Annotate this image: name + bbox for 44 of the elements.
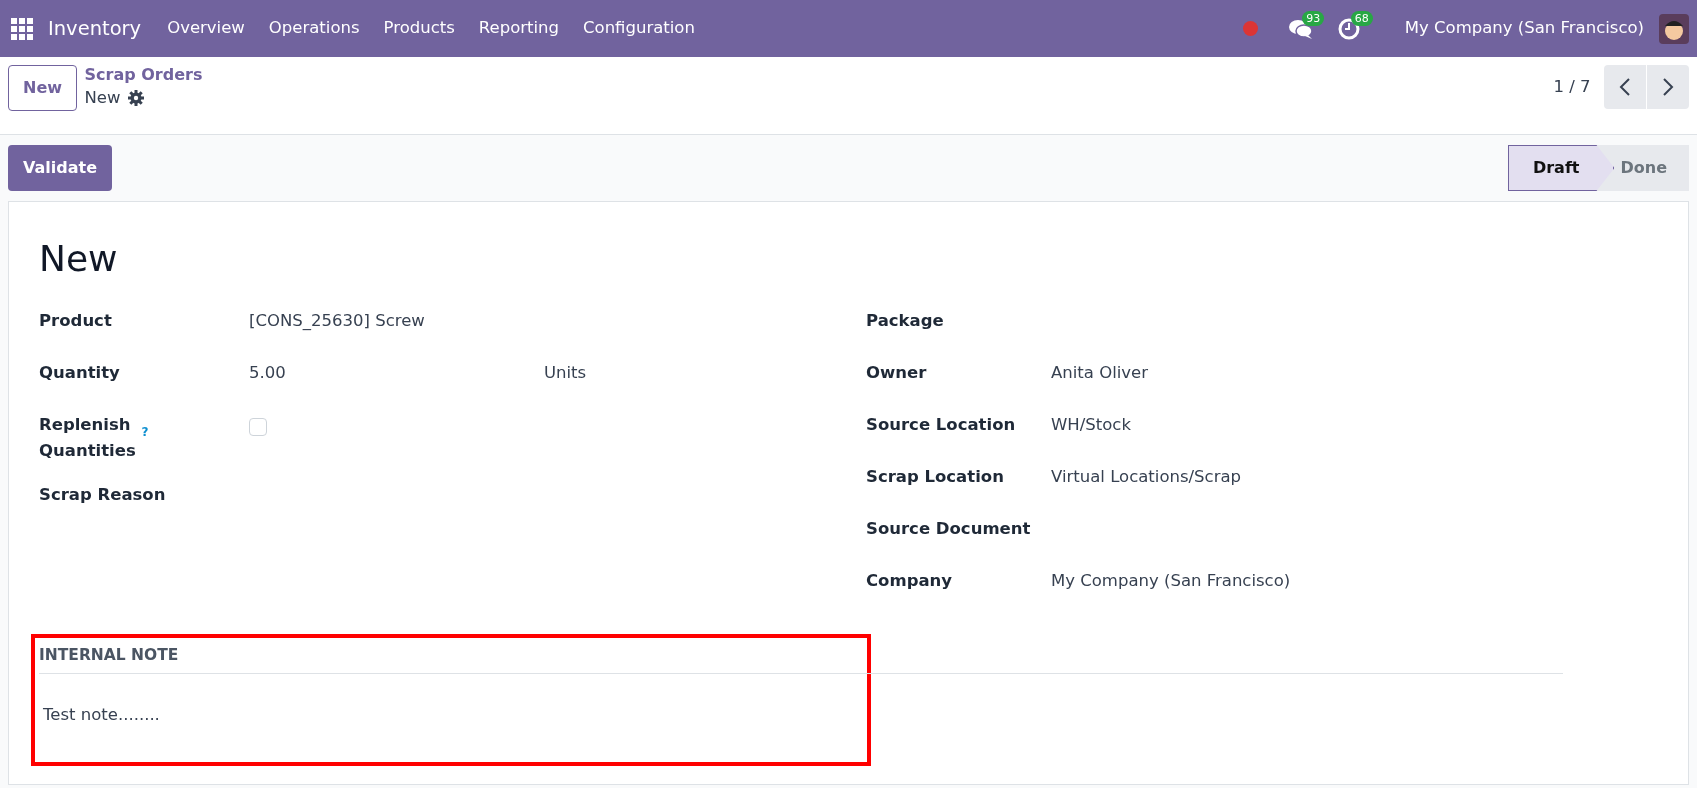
menu-item[interactable]: Overview [155,16,257,41]
activity-count-badge: 68 [1350,10,1373,26]
checkbox[interactable] [249,418,267,436]
field-label: Package [866,310,945,332]
field-label: Owner [866,362,928,384]
field-label: Source Document [866,518,1032,540]
section-heading: INTERNAL NOTE [39,644,1563,675]
field-label: Scrap Location [866,466,1005,488]
field-value[interactable]: Virtual Locations/Scrap [1051,464,1242,516]
field-value[interactable]: 5.00 [249,360,544,412]
new-button[interactable]: New [8,65,78,111]
pager-value: 1 / 7 [1553,76,1591,98]
status-step[interactable]: Done [1596,145,1689,191]
company-name[interactable]: My Company (San Francisco) [1404,16,1644,41]
app-grid-icon[interactable] [10,16,34,41]
avatar-icon[interactable] [1659,13,1689,44]
menu-item[interactable]: Configuration [571,16,707,41]
field-value[interactable]: My Company (San Francisco) [1051,568,1291,620]
field-label: Product [39,310,113,332]
app-name[interactable]: Inventory [48,13,142,44]
recording-dot-icon[interactable] [1243,21,1259,36]
field-label: Source Location [866,414,1017,436]
previous-button[interactable] [1604,65,1646,109]
field-label: Scrap Reason [39,484,167,506]
settings-icon[interactable] [128,90,145,107]
field-value[interactable]: Anita Oliver [1051,360,1148,412]
next-button[interactable] [1647,65,1689,109]
menu-item[interactable]: Reporting [466,16,571,41]
record-title: New [39,237,119,281]
unit-value[interactable]: Units [544,360,587,412]
menu-item[interactable]: Products [371,16,467,41]
status-step[interactable]: Draft [1507,145,1615,191]
field-value[interactable]: [CONS_25630] Screw [249,308,425,360]
field-label: Company [866,570,954,592]
menu-item[interactable]: Operations [256,16,372,41]
chevron-right-icon [1662,78,1674,97]
breadcrumb-link[interactable]: Scrap Orders [84,65,203,86]
message-count-badge: 93 [1302,10,1325,26]
field-label: Quantity [39,362,121,384]
chevron-left-icon [1619,78,1631,97]
field-value[interactable]: WH/Stock [1051,412,1131,464]
note-text[interactable]: Test note........ [43,702,863,729]
record-name: New [84,86,121,109]
validate-button[interactable]: Validate [8,145,113,191]
